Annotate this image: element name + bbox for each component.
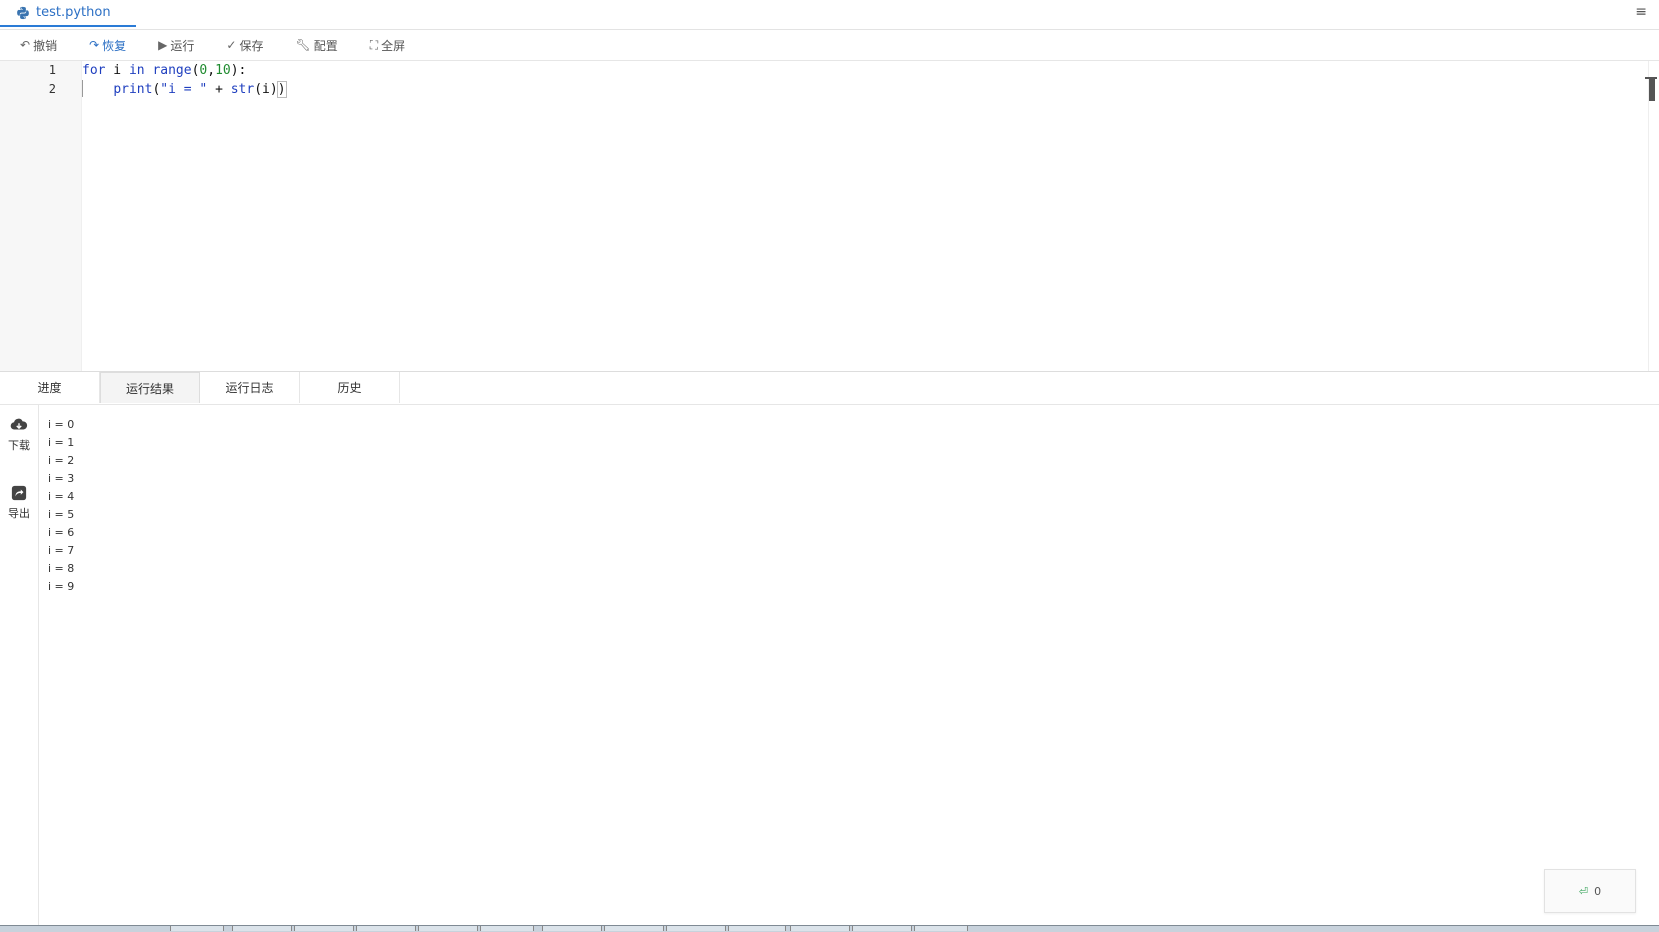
output-line: i = 2 <box>48 454 75 467</box>
config-button[interactable]: 🔧︎ 配置 <box>295 37 337 54</box>
redo-label: 恢复 <box>102 38 127 53</box>
hamburger-menu-icon[interactable]: ≡ <box>1635 4 1647 20</box>
tab-run-log[interactable]: 运行日志 <box>200 372 300 403</box>
return-counter[interactable]: ⏎ 0 <box>1544 869 1636 913</box>
output-line: i = 9 <box>48 580 75 593</box>
matched-bracket: ) <box>276 81 287 98</box>
run-button[interactable]: ▶ 运行 <box>158 37 194 54</box>
counter-value: 0 <box>1594 884 1602 898</box>
output-sidebar: 下载 导出 <box>0 405 39 925</box>
redo-icon: ↷ <box>89 38 100 52</box>
output-line: i = 1 <box>48 436 75 449</box>
save-label: 保存 <box>239 38 264 53</box>
code-token: 10 <box>215 63 231 78</box>
code-editor[interactable]: 1 2 for i in range(0,10): print("i = " +… <box>0 61 1659 372</box>
tab-run-result[interactable]: 运行结果 <box>100 372 200 403</box>
editor-tab-bar: test.python ≡ <box>0 0 1659 30</box>
export-label: 导出 <box>8 507 30 520</box>
download-label: 下载 <box>8 439 30 452</box>
taskbar-item[interactable] <box>418 926 478 931</box>
return-arrow-icon: ⏎ <box>1578 884 1589 898</box>
file-tab-label: test.python <box>36 5 111 20</box>
fullscreen-label: 全屏 <box>381 38 406 53</box>
line-number-gutter: 1 2 <box>0 61 82 371</box>
code-token: for <box>82 63 106 78</box>
undo-label: 撤销 <box>33 38 58 53</box>
taskbar-item[interactable] <box>480 926 534 931</box>
line-number: 2 <box>48 82 56 96</box>
editor-toolbar: ↶ 撤销 ↷ 恢复 ▶ 运行 ✓ 保存 🔧︎ 配置 ⛶ 全屏 <box>0 30 1659 61</box>
code-token: (i) <box>254 82 278 97</box>
output-line: i = 0 <box>48 418 75 431</box>
taskbar-item[interactable] <box>728 926 786 931</box>
code-token: ): <box>230 63 247 78</box>
cursor-line <box>82 80 83 97</box>
code-line: print("i = " + str(i)) <box>82 80 287 99</box>
config-label: 配置 <box>313 38 338 53</box>
redo-button[interactable]: ↷ 恢复 <box>89 37 126 54</box>
output-line: i = 8 <box>48 562 75 575</box>
file-tab[interactable]: test.python <box>0 0 136 27</box>
taskbar-item[interactable] <box>666 926 726 931</box>
scrollbar-thumb[interactable] <box>1649 79 1655 101</box>
run-output: i = 0 i = 1 i = 2 i = 3 i = 4 i = 5 i = … <box>48 416 74 596</box>
wrench-icon: 🔧︎ <box>295 38 311 52</box>
taskbar-item[interactable] <box>852 926 912 931</box>
fullscreen-button[interactable]: ⛶ 全屏 <box>370 37 405 54</box>
taskbar-item[interactable] <box>542 926 602 931</box>
taskbar-item[interactable] <box>232 926 292 931</box>
expand-icon: ⛶ <box>369 37 379 52</box>
download-button[interactable]: 下载 <box>0 417 38 453</box>
code-token: , <box>207 63 216 78</box>
share-export-icon <box>11 485 27 501</box>
code-token: i <box>105 63 129 78</box>
output-line: i = 5 <box>48 508 75 521</box>
python-icon <box>17 6 29 19</box>
tab-history[interactable]: 历史 <box>300 372 400 403</box>
taskbar-item[interactable] <box>356 926 416 931</box>
export-button[interactable]: 导出 <box>0 485 38 521</box>
code-token: str <box>230 82 255 97</box>
output-line: i = 4 <box>48 490 75 503</box>
output-line: i = 6 <box>48 526 75 539</box>
line-number: 1 <box>48 63 56 77</box>
scrollbar-track <box>1648 61 1649 371</box>
run-label: 运行 <box>170 38 195 53</box>
save-button[interactable]: ✓ 保存 <box>226 37 263 54</box>
panel-tabs: 进度 运行结果 运行日志 历史 <box>0 372 1659 405</box>
taskbar-item[interactable] <box>914 926 968 931</box>
output-line: i = 7 <box>48 544 75 557</box>
taskbar-item[interactable] <box>294 926 354 931</box>
code-token: range <box>152 63 192 78</box>
code-token: in <box>128 63 145 78</box>
output-line: i = 3 <box>48 472 75 485</box>
taskbar-item[interactable] <box>604 926 664 931</box>
code-token: "i = " <box>160 82 208 97</box>
play-icon: ▶ <box>158 38 168 52</box>
code-token: + <box>207 82 231 97</box>
undo-icon: ↶ <box>20 38 31 52</box>
code-token: print <box>113 82 153 97</box>
cloud-download-icon <box>10 418 28 430</box>
check-icon: ✓ <box>226 38 237 52</box>
taskbar-item[interactable] <box>170 926 224 931</box>
code-line: for i in range(0,10): <box>82 61 246 80</box>
tab-progress[interactable]: 进度 <box>0 372 100 403</box>
taskbar-item[interactable] <box>790 926 850 931</box>
undo-button[interactable]: ↶ 撤销 <box>20 37 57 54</box>
